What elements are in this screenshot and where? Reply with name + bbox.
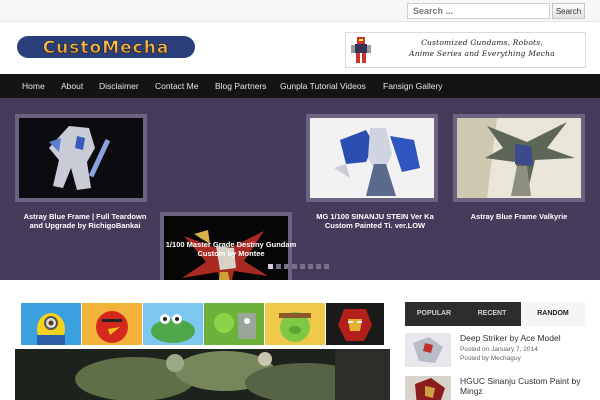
svg-text:CustoMecha: CustoMecha: [43, 38, 170, 58]
robot-mascot-icon: [351, 37, 371, 63]
slide-3-image[interactable]: [306, 114, 438, 202]
post-thumbnail[interactable]: [405, 376, 451, 400]
slider-dot-7[interactable]: [316, 264, 321, 269]
slider-dot-8[interactable]: [324, 264, 329, 269]
nav-fansign-gallery[interactable]: Fansign Gallery: [383, 74, 443, 98]
iron-man-game-icon: [326, 303, 384, 345]
angry-birds-game-icon: [82, 303, 142, 345]
slide-1-caption[interactable]: Astray Blue Frame | Full Teardown and Up…: [17, 212, 153, 230]
post-title[interactable]: Deep Striker by Ace Model: [460, 333, 588, 343]
plants-zombies-game-icon: [204, 303, 264, 345]
slide-1-image[interactable]: [15, 114, 147, 202]
top-search-bar: Search: [0, 0, 600, 22]
game-banner-strip[interactable]: [21, 303, 384, 345]
slider-dot-2[interactable]: [276, 264, 281, 269]
featured-post-image[interactable]: [15, 349, 390, 400]
slider-dot-4[interactable]: [292, 264, 297, 269]
slider-dot-1[interactable]: [268, 264, 273, 269]
post-thumbnail[interactable]: [405, 333, 451, 367]
tab-popular[interactable]: POPULAR: [405, 302, 463, 326]
sidebar-post: Deep Striker by Ace Model Posted on Janu…: [405, 333, 590, 373]
featured-slider: Astray Blue Frame | Full Teardown and Up…: [0, 98, 600, 325]
post-title[interactable]: HGUC Sinanju Custom Paint by Mingz: [460, 376, 588, 396]
slide-2-caption[interactable]: 1/100 Master Grade Destiny Gundam Custom…: [158, 240, 304, 258]
post-date: Posted on January 7, 2014: [460, 346, 538, 353]
site-header: CustoMecha Customized Gundams, Robots, A…: [0, 22, 600, 74]
header-banner[interactable]: Customized Gundams, Robots, Anime Series…: [345, 32, 586, 68]
banner-line-2: Anime Series and Everything Mecha: [409, 49, 555, 58]
bad-piggies-game-icon: [265, 303, 325, 345]
post-author: Posted by Mechaguy: [460, 355, 521, 362]
nav-gunpla-tutorial-videos[interactable]: Gunpla Tutorial Videos: [280, 74, 366, 98]
nav-contact-me[interactable]: Contact Me: [155, 74, 198, 98]
tab-recent[interactable]: RECENT: [463, 302, 521, 326]
nav-about[interactable]: About: [61, 74, 83, 98]
sidebar-post: HGUC Sinanju Custom Paint by Mingz: [405, 376, 590, 400]
search-button[interactable]: Search: [552, 3, 585, 19]
slide-3-caption[interactable]: MG 1/100 SINANJU STEIN Ver Ka Custom Pai…: [306, 212, 444, 230]
crocodile-game-icon: [143, 303, 203, 345]
nav-disclaimer[interactable]: Disclaimer: [99, 74, 139, 98]
minion-game-icon: [21, 303, 81, 345]
banner-line-1: Customized Gundams, Robots,: [421, 38, 543, 47]
search-input[interactable]: [407, 3, 550, 19]
lower-content: POPULAR RECENT RANDOM Deep Striker by Ac…: [0, 280, 600, 400]
sidebar-tabs: POPULAR RECENT RANDOM: [405, 302, 585, 326]
site-logo[interactable]: CustoMecha: [16, 33, 196, 61]
nav-home[interactable]: Home: [22, 74, 45, 98]
slide-4-caption[interactable]: Astray Blue Frame Valkyrie: [453, 212, 585, 221]
site-logo-graphic: CustoMecha: [17, 36, 195, 58]
tab-random[interactable]: RANDOM: [521, 302, 585, 326]
main-navigation: Home About Disclaimer Contact Me Blog Pa…: [0, 74, 600, 98]
slider-dot-6[interactable]: [308, 264, 313, 269]
banner-tagline: Customized Gundams, Robots, Anime Series…: [382, 37, 582, 59]
slider-dot-3[interactable]: [284, 264, 289, 269]
slide-4-image[interactable]: [453, 114, 585, 202]
nav-blog-partners[interactable]: Blog Partners: [215, 74, 267, 98]
slider-dot-5[interactable]: [300, 264, 305, 269]
